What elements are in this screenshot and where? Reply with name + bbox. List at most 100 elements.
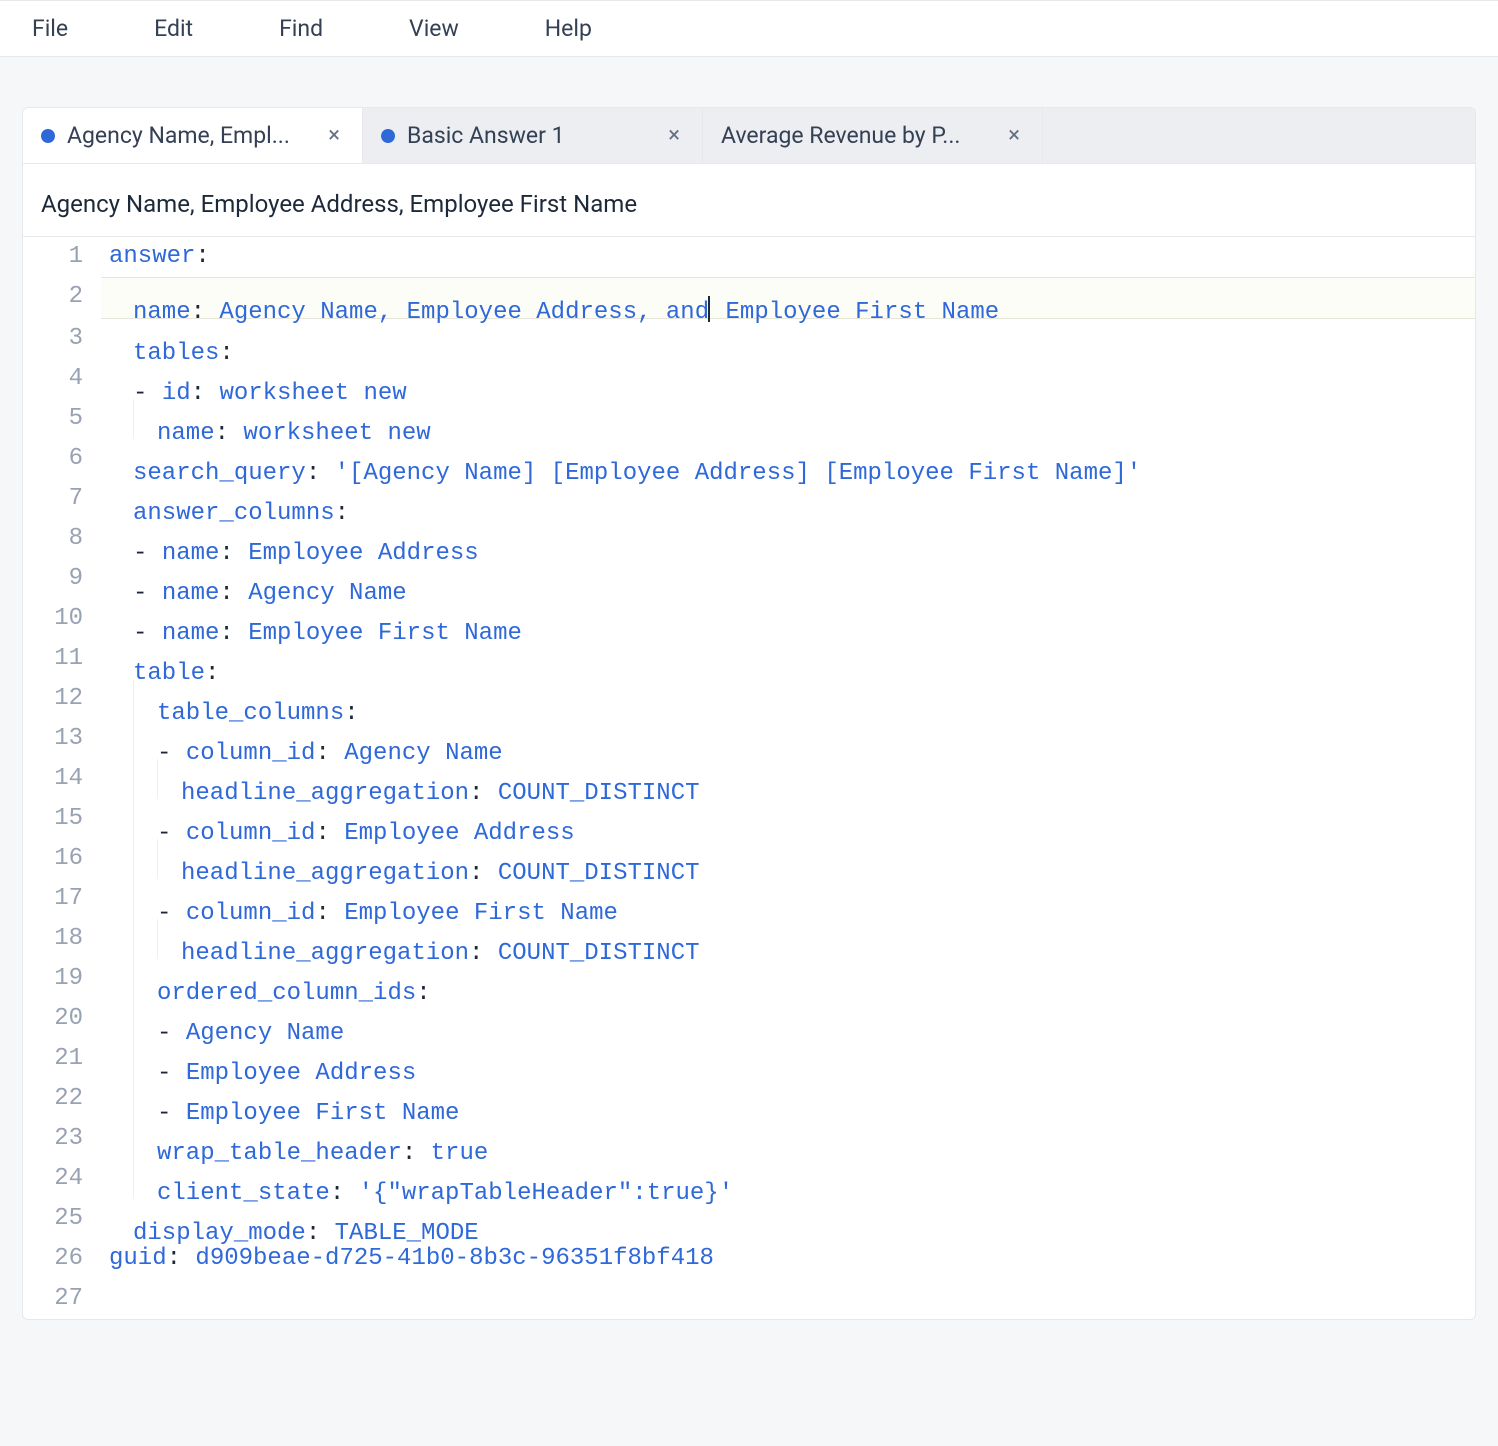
code-line[interactable]: 3tables: [23, 319, 1475, 359]
line-number: 13 [23, 719, 101, 759]
menu-help[interactable]: Help [545, 15, 592, 42]
indent-guide [109, 1079, 133, 1119]
code-line[interactable]: 18headline_aggregation: COUNT_DISTINCT [23, 919, 1475, 959]
code-content[interactable]: name: Agency Name, Employee Address, and… [101, 277, 1475, 319]
code-content[interactable]: - name: Employee Address [101, 519, 1475, 559]
line-number: 21 [23, 1039, 101, 1079]
indent-guide [109, 439, 133, 479]
code-content[interactable]: - Employee First Name [101, 1079, 1475, 1119]
code-content[interactable]: headline_aggregation: COUNT_DISTINCT [101, 919, 1475, 959]
code-content[interactable]: tables: [101, 319, 1475, 359]
code-content[interactable]: - column_id: Agency Name [101, 719, 1475, 759]
code-token: guid [109, 1245, 167, 1272]
line-number: 24 [23, 1159, 101, 1199]
close-icon[interactable]: × [1004, 123, 1024, 148]
code-line[interactable]: 23wrap_table_header: true [23, 1119, 1475, 1159]
code-line[interactable]: 4- id: worksheet new [23, 359, 1475, 399]
code-content[interactable]: search_query: '[Agency Name] [Employee A… [101, 439, 1475, 479]
code-content[interactable]: answer: [101, 237, 1475, 277]
indent-guide [109, 759, 133, 799]
code-line[interactable]: 14headline_aggregation: COUNT_DISTINCT [23, 759, 1475, 799]
code-content[interactable]: - name: Agency Name [101, 559, 1475, 599]
indent-guide [109, 359, 133, 399]
line-number: 2 [23, 277, 101, 319]
code-line[interactable]: 20- Agency Name [23, 999, 1475, 1039]
line-number: 17 [23, 879, 101, 919]
code-content[interactable]: - column_id: Employee Address [101, 799, 1475, 839]
code-line[interactable]: 24client_state: '{"wrapTableHeader":true… [23, 1159, 1475, 1199]
indent-guide [109, 639, 133, 679]
indent-guide [109, 879, 133, 919]
code-content[interactable]: - Employee Address [101, 1039, 1475, 1079]
tab-1[interactable]: Basic Answer 1× [363, 108, 703, 163]
code-token: : [167, 1245, 196, 1272]
code-content[interactable]: table: [101, 639, 1475, 679]
code-line[interactable]: 15- column_id: Employee Address [23, 799, 1475, 839]
indent-guide [109, 599, 133, 639]
line-number: 9 [23, 559, 101, 599]
indent-guide [133, 1039, 157, 1079]
code-line[interactable]: 25display_mode: TABLE_MODE [23, 1199, 1475, 1239]
line-number: 19 [23, 959, 101, 999]
indent-guide [133, 959, 157, 999]
close-icon[interactable]: × [664, 123, 684, 148]
editor-panel: Agency Name, Empl...×Basic Answer 1×Aver… [22, 107, 1476, 1320]
tab-bar: Agency Name, Empl...×Basic Answer 1×Aver… [23, 108, 1475, 164]
code-line[interactable]: 1answer: [23, 237, 1475, 277]
code-line[interactable]: 12table_columns: [23, 679, 1475, 719]
indent-guide [109, 559, 133, 599]
menu-view[interactable]: View [409, 15, 459, 42]
code-line[interactable]: 10- name: Employee First Name [23, 599, 1475, 639]
tab-label: Average Revenue by P... [721, 122, 992, 149]
indent-guide [133, 719, 157, 759]
code-content[interactable]: - column_id: Employee First Name [101, 879, 1475, 919]
line-number: 16 [23, 839, 101, 879]
code-content[interactable]: table_columns: [101, 679, 1475, 719]
code-line[interactable]: 17- column_id: Employee First Name [23, 879, 1475, 919]
code-content[interactable]: - Agency Name [101, 999, 1475, 1039]
code-content[interactable]: - id: worksheet new [101, 359, 1475, 399]
code-line[interactable]: 5name: worksheet new [23, 399, 1475, 439]
modified-dot-icon [41, 129, 55, 143]
modified-dot-icon [381, 129, 395, 143]
code-content[interactable]: answer_columns: [101, 479, 1475, 519]
code-line[interactable]: 6search_query: '[Agency Name] [Employee … [23, 439, 1475, 479]
code-line[interactable]: 22- Employee First Name [23, 1079, 1475, 1119]
code-line[interactable]: 8- name: Employee Address [23, 519, 1475, 559]
indent-guide [133, 759, 157, 799]
code-content[interactable] [101, 1279, 1475, 1319]
line-number: 6 [23, 439, 101, 479]
code-token: d909beae-d725-41b0-8b3c-96351f8bf418 [195, 1245, 713, 1272]
code-line[interactable]: 27 [23, 1279, 1475, 1319]
tab-0[interactable]: Agency Name, Empl...× [23, 108, 363, 163]
indent-guide [133, 879, 157, 919]
code-line[interactable]: 26guid: d909beae-d725-41b0-8b3c-96351f8b… [23, 1239, 1475, 1279]
code-line[interactable]: 9- name: Agency Name [23, 559, 1475, 599]
code-line[interactable]: 16headline_aggregation: COUNT_DISTINCT [23, 839, 1475, 879]
code-content[interactable]: - name: Employee First Name [101, 599, 1475, 639]
code-line[interactable]: 19ordered_column_ids: [23, 959, 1475, 999]
code-editor[interactable]: 1answer:2name: Agency Name, Employee Add… [23, 236, 1475, 1319]
code-content[interactable]: name: worksheet new [101, 399, 1475, 439]
code-content[interactable]: display_mode: TABLE_MODE [101, 1199, 1475, 1239]
code-content[interactable]: ordered_column_ids: [101, 959, 1475, 999]
code-content[interactable]: headline_aggregation: COUNT_DISTINCT [101, 759, 1475, 799]
close-icon[interactable]: × [324, 123, 344, 148]
indent-guide [109, 959, 133, 999]
code-line[interactable]: 21- Employee Address [23, 1039, 1475, 1079]
code-line[interactable]: 7answer_columns: [23, 479, 1475, 519]
code-token: : [195, 243, 209, 270]
code-content[interactable]: wrap_table_header: true [101, 1119, 1475, 1159]
code-content[interactable]: guid: d909beae-d725-41b0-8b3c-96351f8bf4… [101, 1239, 1475, 1279]
menu-file[interactable]: File [32, 15, 68, 42]
code-content[interactable]: headline_aggregation: COUNT_DISTINCT [101, 839, 1475, 879]
code-line[interactable]: 11table: [23, 639, 1475, 679]
tab-2[interactable]: Average Revenue by P... × [703, 108, 1043, 163]
menu-edit[interactable]: Edit [154, 15, 193, 42]
line-number: 5 [23, 399, 101, 439]
code-content[interactable]: client_state: '{"wrapTableHeader":true}' [101, 1159, 1475, 1199]
code-line[interactable]: 2name: Agency Name, Employee Address, an… [23, 277, 1475, 319]
code-line[interactable]: 13- column_id: Agency Name [23, 719, 1475, 759]
indent-guide [109, 278, 133, 318]
menu-find[interactable]: Find [279, 15, 323, 42]
